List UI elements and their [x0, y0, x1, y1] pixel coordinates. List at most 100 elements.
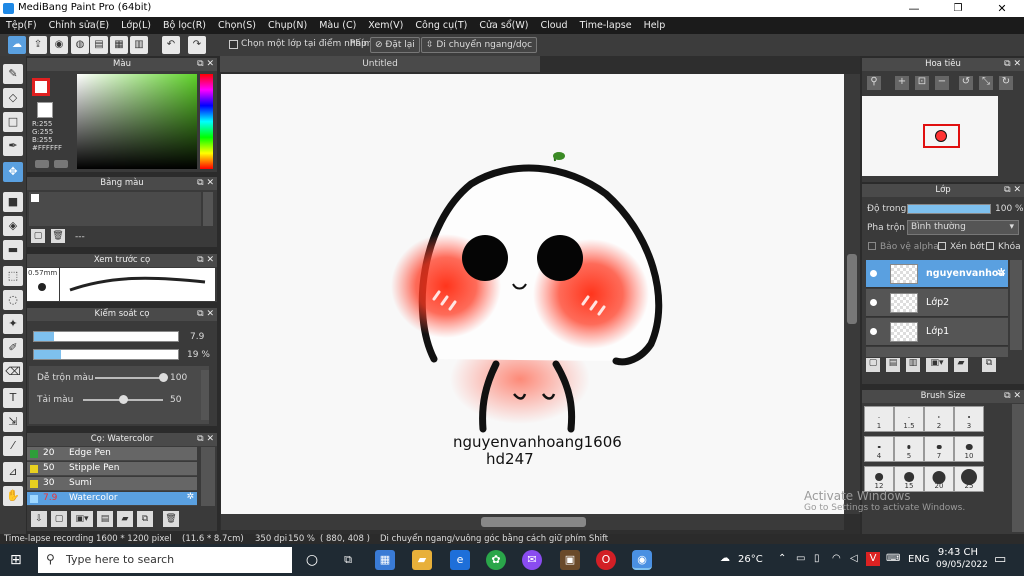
eye-icon[interactable] — [870, 328, 877, 335]
medibang-icon[interactable]: ◉ — [632, 550, 652, 570]
select-pen-icon[interactable]: ✐ — [3, 338, 23, 358]
keyboard-icon[interactable]: ⌨ — [886, 553, 900, 564]
menu-select[interactable]: Chọn(S) — [212, 17, 262, 34]
opera-icon[interactable]: O — [596, 550, 616, 570]
background-color-swatch[interactable] — [37, 102, 53, 118]
lasso-icon[interactable]: ◌ — [3, 290, 23, 310]
cortana-icon[interactable]: ○ — [302, 550, 322, 570]
menu-view[interactable]: Xem(V) — [362, 17, 409, 34]
brush-size-cell[interactable]: 3 — [954, 406, 984, 432]
pen-tool-icon[interactable]: ✒ — [3, 136, 23, 156]
color-wheel-icon[interactable] — [54, 160, 68, 168]
foreground-color-swatch[interactable] — [32, 78, 50, 96]
menu-timelapse[interactable]: Time-lapse — [574, 17, 638, 34]
fill-rect-tool-icon[interactable]: ■ — [3, 192, 23, 212]
layer-settings-icon[interactable]: ✲ — [997, 266, 1006, 279]
cloud-icon[interactable]: ☁ — [8, 36, 26, 54]
network-icon[interactable]: ▭ — [796, 553, 805, 564]
brush-item[interactable]: 50 Stipple Pen — [27, 462, 197, 476]
brush-list-controls-icon[interactable]: ⧉ ✕ — [197, 433, 214, 446]
download-brush-icon[interactable]: ⇩ — [31, 511, 47, 527]
palette-area[interactable] — [29, 192, 201, 226]
palette-swatch[interactable] — [31, 194, 39, 202]
battery-icon[interactable]: ▯ — [814, 553, 820, 564]
menu-edit[interactable]: Chỉnh sửa(E) — [43, 17, 116, 34]
lock-checkbox[interactable] — [986, 242, 994, 250]
preview-controls-icon[interactable]: ⧉ ✕ — [197, 254, 214, 267]
file-explorer-icon[interactable]: ▰ — [412, 550, 432, 570]
layer-opacity-slider[interactable] — [907, 204, 991, 214]
select-eraser-icon[interactable]: ⌫ — [3, 362, 23, 382]
duplicate-icon[interactable]: ⧉ — [137, 511, 153, 527]
brush-menu-icon[interactable]: ▣▾ — [71, 511, 93, 527]
select-rect-icon[interactable]: ⬚ — [3, 266, 23, 286]
brush-size-cell[interactable]: 1.5 — [894, 406, 924, 432]
eye-icon[interactable] — [870, 299, 877, 306]
messenger-icon[interactable]: ✉ — [522, 550, 542, 570]
weather-temp[interactable]: 26°C — [738, 554, 763, 565]
delete-brush-icon[interactable]: 🗑 — [163, 511, 179, 527]
fit-icon[interactable]: ⊡ — [915, 76, 929, 90]
chevron-up-icon[interactable]: ⌃ — [778, 553, 786, 564]
taskbar-search[interactable]: ⚲ Type here to search — [38, 547, 292, 573]
redo-icon[interactable]: ↷ — [188, 36, 206, 54]
comment-icon[interactable]: ◉ — [50, 36, 68, 54]
drawing-canvas[interactable]: nguyenvanhoang1606 hd247 — [221, 74, 844, 514]
brush-settings-icon[interactable]: ✲ — [186, 492, 194, 502]
menu-help[interactable]: Help — [638, 17, 672, 34]
layout-icon[interactable]: ▥ — [130, 36, 148, 54]
menu-snap[interactable]: Chụp(N) — [262, 17, 313, 34]
reset-button[interactable]: ⊘ Đặt lại — [370, 37, 420, 53]
operation-tool-icon[interactable]: ⇲ — [3, 412, 23, 432]
layers-scrollbar[interactable] — [1010, 260, 1022, 350]
document-icon[interactable]: ▤ — [90, 36, 108, 54]
hand-tool-icon[interactable]: ✋ — [3, 486, 23, 506]
canvas-horizontal-scrollbar[interactable] — [221, 514, 844, 530]
gradient-tool-icon[interactable]: ▬ — [3, 240, 23, 260]
new-brush-icon[interactable]: ▢ — [51, 511, 67, 527]
navigator-viewport[interactable] — [923, 124, 960, 148]
navigator-controls-icon[interactable]: ⧉ ✕ — [1004, 58, 1021, 71]
eye-icon[interactable] — [870, 270, 877, 277]
language-indicator[interactable]: ENG — [908, 554, 930, 565]
menu-color[interactable]: Màu (C) — [313, 17, 362, 34]
move-hv-button[interactable]: ⇳ Di chuyển ngang/dọc — [421, 37, 538, 53]
brush-opacity-slider[interactable] — [33, 349, 179, 360]
amount-slider-knob[interactable] — [119, 395, 128, 404]
layers-controls-icon[interactable]: ⧉ ✕ — [1004, 184, 1021, 197]
flip-icon[interactable]: ⤡ — [979, 76, 993, 90]
brush-size-slider[interactable] — [33, 331, 179, 342]
menu-file[interactable]: Tệp(F) — [0, 17, 43, 34]
layer-item-selected[interactable]: nguyenvanhoa ✲ — [866, 260, 1008, 288]
weather-icon[interactable]: ☁ — [720, 553, 730, 564]
zoom-in-icon[interactable]: + — [895, 76, 909, 90]
new-halftone-layer-icon[interactable]: ▥ — [906, 358, 920, 372]
palette-scrollbar[interactable] — [203, 192, 213, 226]
task-view-icon[interactable]: ⧉ — [338, 550, 358, 570]
brush-control-controls-icon[interactable]: ⧉ ✕ — [197, 308, 214, 321]
brush-tool-icon[interactable]: ✎ — [3, 64, 23, 84]
brush-size-cell[interactable]: 1 — [864, 406, 894, 432]
clock[interactable]: 9:43 CH 09/05/2022 — [936, 547, 988, 571]
notifications-icon[interactable]: ▭ — [994, 552, 1006, 567]
wifi-icon[interactable]: ◠ — [832, 553, 841, 564]
hue-slider[interactable] — [200, 74, 213, 169]
layer-blend-select[interactable]: Bình thường ▾ — [907, 220, 1019, 235]
brush-props-icon[interactable]: ▤ — [97, 511, 113, 527]
vivaldi-icon[interactable]: V — [866, 552, 880, 566]
volume-icon[interactable]: ◁ — [850, 553, 858, 564]
menu-tools[interactable]: Công cụ(T) — [409, 17, 473, 34]
menu-cloud[interactable]: Cloud — [534, 17, 573, 34]
grid-icon[interactable]: ▦ — [110, 36, 128, 54]
document-tab[interactable]: Untitled — [220, 56, 540, 72]
minecraft-icon[interactable]: ▣ — [560, 550, 580, 570]
brush-item[interactable]: 20 Edge Pen — [27, 447, 197, 461]
brush-size-controls-icon[interactable]: ⧉ ✕ — [1004, 390, 1021, 403]
close-button[interactable]: ✕ — [980, 0, 1024, 17]
undo-icon[interactable]: ↶ — [162, 36, 180, 54]
add-layer-menu-icon[interactable]: ▣▾ — [926, 358, 948, 372]
navigator-preview[interactable] — [862, 96, 998, 176]
vscroll-thumb[interactable] — [847, 254, 857, 324]
protect-alpha-checkbox[interactable] — [868, 242, 876, 250]
clipping-checkbox[interactable] — [938, 242, 946, 250]
